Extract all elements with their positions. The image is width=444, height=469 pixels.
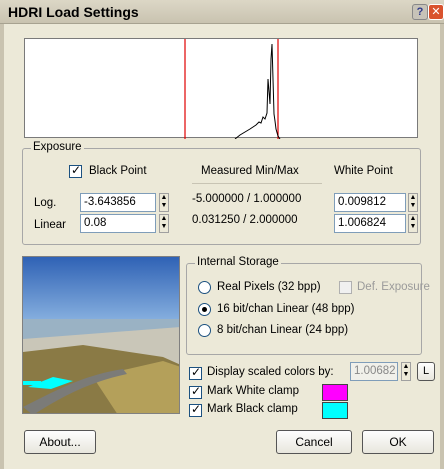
log-row-label: Log. — [34, 197, 57, 209]
about-button[interactable]: About... — [24, 430, 96, 454]
16bit-linear-radio[interactable] — [198, 303, 211, 316]
white-point-log-spinner[interactable]: ▲ ▼ — [408, 193, 418, 212]
real-pixels-radio[interactable] — [198, 281, 211, 294]
white-point-linear-field[interactable]: 1.006824 — [334, 214, 406, 233]
measured-linear-value: 0.031250 / 2.000000 — [192, 214, 298, 226]
black-point-linear-spinner[interactable]: ▲ ▼ — [159, 214, 169, 233]
black-clamp-color-swatch[interactable] — [322, 402, 348, 419]
window-frame-left — [0, 24, 4, 469]
def-exposure-label: Def. Exposure — [357, 281, 430, 293]
preview-image-graphic — [23, 257, 179, 413]
window-frame-right — [440, 24, 444, 469]
linear-row-label: Linear — [34, 219, 66, 231]
white-point-linear-spinner[interactable]: ▲ ▼ — [408, 214, 418, 233]
internal-storage-group-label: Internal Storage — [195, 256, 281, 268]
help-button[interactable]: ? — [412, 4, 428, 20]
8bit-linear-label: 8 bit/chan Linear (24 bpp) — [217, 324, 349, 336]
measured-header-separator — [192, 183, 322, 184]
measured-log-value: -5.000000 / 1.000000 — [192, 193, 302, 205]
histogram-curve — [234, 43, 281, 140]
black-point-label: Black Point — [89, 165, 147, 177]
histogram-panel — [24, 38, 418, 140]
white-clamp-color-swatch[interactable] — [322, 384, 348, 401]
white-point-header: White Point — [334, 165, 393, 177]
measured-min-max-header: Measured Min/Max — [201, 165, 299, 177]
black-point-checkbox[interactable] — [69, 163, 82, 178]
8bit-linear-radio[interactable] — [198, 324, 211, 337]
mark-white-clamp-label: Mark White clamp — [207, 385, 300, 397]
title-bar: HDRI Load Settings ? ✕ — [0, 0, 444, 24]
exposure-group-label: Exposure — [31, 141, 84, 153]
real-pixels-label: Real Pixels (32 bpp) — [217, 281, 321, 293]
lock-button[interactable]: L — [417, 362, 435, 381]
display-scaled-colors-checkbox[interactable] — [189, 365, 202, 380]
hdri-preview-image — [22, 256, 180, 414]
white-point-log-field[interactable]: 0.009812 — [334, 193, 406, 212]
window-title: HDRI Load Settings — [8, 4, 139, 20]
mark-black-clamp-checkbox[interactable] — [189, 402, 202, 417]
ok-button[interactable]: OK — [362, 430, 434, 454]
black-point-log-spinner[interactable]: ▲ ▼ — [159, 193, 169, 212]
histogram-graph — [184, 39, 281, 140]
scaled-colors-value-field[interactable]: 1.00682 — [350, 362, 398, 381]
mark-white-clamp-checkbox[interactable] — [189, 384, 202, 399]
cancel-button[interactable]: Cancel — [276, 430, 352, 454]
black-point-linear-field[interactable]: 0.08 — [80, 214, 156, 233]
16bit-linear-label: 16 bit/chan Linear (48 bpp) — [217, 303, 355, 315]
close-button[interactable]: ✕ — [428, 4, 444, 20]
black-point-log-field[interactable]: -3.643856 — [80, 193, 156, 212]
mark-black-clamp-label: Mark Black clamp — [207, 403, 298, 415]
display-scaled-colors-label: Display scaled colors by: — [207, 366, 334, 378]
def-exposure-checkbox[interactable] — [339, 281, 352, 294]
scaled-colors-spinner[interactable]: ▲ ▼ — [401, 362, 411, 381]
